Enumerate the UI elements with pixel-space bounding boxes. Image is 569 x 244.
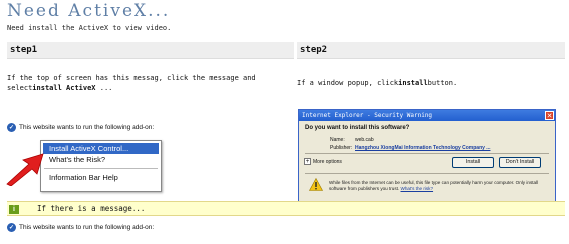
security-warning-dialog: Internet Explorer - Security Warning ✕ D… [298,109,556,212]
step2-description: If a window popup, clickinstallbutton. [297,78,557,88]
menu-item-install-activex[interactable]: Install ActiveX Control... [43,143,159,154]
addon-info-bar[interactable]: ✓ This website wants to run the followin… [7,123,154,132]
step2-heading: step2 [297,42,565,59]
info-icon: i [9,205,19,214]
name-value: web.cab [355,137,374,143]
step2-desc-keyword: install [398,79,428,87]
more-options-label: More options [313,158,342,165]
risk-link[interactable]: What's the risk? [401,186,434,191]
message-notice-bar: i If there is a message... [7,201,565,216]
publisher-link[interactable]: Hangzhou XiongMai Information Technology… [355,145,490,151]
addon-bar-text: This website wants to run the following … [19,124,155,131]
red-arrow-icon [6,153,44,186]
step1-heading: step1 [7,42,294,59]
addon-info-bar[interactable]: ✓ This website wants to run the followin… [7,223,154,232]
name-label: Name: [330,137,345,143]
more-options-toggle[interactable]: + More options [304,158,342,165]
page-title: Need ActiveX... [7,1,171,21]
shield-icon: ✓ [7,223,16,232]
shield-icon: ✓ [7,123,16,132]
step2-desc-tail: button. [427,79,458,87]
menu-item-info-bar-help[interactable]: Information Bar Help [43,172,159,183]
warning-text: While files from the Internet can be use… [329,180,539,191]
step2-desc-text: If a window popup, click [297,79,399,87]
menu-item-whats-the-risk[interactable]: What's the Risk? [43,154,159,165]
dont-install-button[interactable]: Don't Install [499,157,541,168]
menu-divider [44,168,158,169]
dialog-question: Do you want to install this software? [305,125,410,131]
install-button[interactable]: Install [452,157,494,168]
step1-desc-tail: ... [95,84,113,92]
expand-icon: + [304,158,311,165]
page-subtitle: Need install the ActiveX to view video. [7,24,172,32]
warning-icon [309,178,323,191]
notice-text: If there is a message... [37,204,146,213]
dialog-title: Internet Explorer - Security Warning [302,112,433,119]
dialog-divider [305,153,549,154]
addon-bar-text: This website wants to run the following … [19,224,155,231]
dialog-divider [305,173,549,174]
publisher-label: Publisher: [330,145,353,151]
dialog-warning-text: While files from the Internet can be use… [329,180,547,192]
addon-context-menu: Install ActiveX Control... What's the Ri… [40,140,162,192]
step1-desc-keyword: install ActiveX [32,84,96,92]
dialog-titlebar: Internet Explorer - Security Warning ✕ [299,110,555,121]
step1-description: If the top of screen has this messag, cl… [7,73,287,93]
close-icon[interactable]: ✕ [545,111,554,120]
